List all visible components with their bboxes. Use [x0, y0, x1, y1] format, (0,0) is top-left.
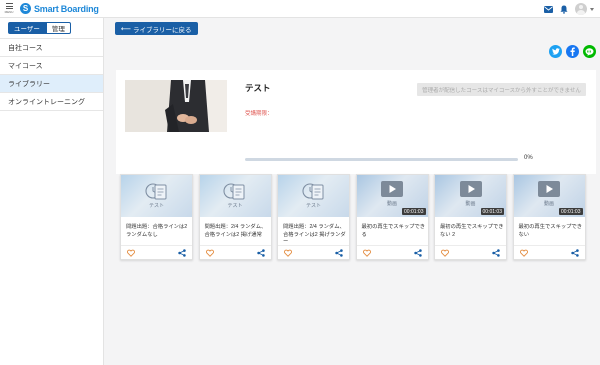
course-progress-percent: 0%: [524, 155, 533, 161]
test-thumbnail: テスト: [278, 175, 349, 217]
lesson-title: 最初の再生でスキップできない 2: [440, 224, 504, 238]
video-duration-badge: 00:01:03: [402, 208, 426, 215]
menu-label: MENU: [4, 10, 14, 14]
remove-course-disabled-button[interactable]: 管理者が配信したコースはマイコースから外すことができません: [417, 83, 586, 96]
test-thumbnail: テスト: [121, 175, 192, 217]
video-play-icon: [435, 181, 506, 197]
heart-icon[interactable]: [127, 249, 135, 257]
course-detail-card: テスト 受講期限： 管理者が配信したコースはマイコースから外すことができません …: [116, 70, 596, 174]
role-toggle: ユーザー 管理: [8, 22, 103, 34]
top-bar: MENU S Smart Boarding: [0, 0, 600, 18]
social-share-row: [545, 45, 596, 58]
top-right-tools: [538, 3, 594, 15]
chevron-down-icon[interactable]: [590, 7, 594, 11]
lesson-card[interactable]: 動画 00:01:03 最初の再生でスキップできない: [512, 174, 586, 260]
share-icon[interactable]: [570, 249, 579, 257]
video-play-icon: [357, 181, 428, 197]
arrow-left-icon: ⟵: [121, 25, 132, 33]
lesson-card[interactable]: テスト問題出題：2/4 ランダム、合格ラインは2 掲げ通常: [198, 174, 272, 260]
heart-icon[interactable]: [362, 249, 371, 257]
lesson-card-footer: [435, 245, 506, 259]
course-period-label: 受講期限：: [245, 111, 273, 117]
lesson-card[interactable]: 動画 00:01:03 最初の再生でスキップできる: [355, 174, 429, 260]
menu-button[interactable]: MENU: [2, 0, 16, 18]
lesson-card-footer: [356, 245, 428, 259]
sidebar-item-online-training[interactable]: オンライントレーニング: [0, 93, 103, 111]
thumbnail-label: 動画: [543, 201, 554, 207]
lesson-card-footer: [513, 245, 585, 259]
logo-text: Smart Boarding: [34, 3, 99, 14]
share-icon[interactable]: [413, 249, 422, 257]
main-content: ⟵ ライブラリーに戻る テスト 受講期限： 管理者が配信したコースはマイコースか…: [104, 18, 600, 365]
share-icon[interactable]: [492, 249, 500, 257]
thumbnail-label: テスト: [148, 203, 164, 209]
avatar[interactable]: [575, 3, 587, 15]
sidebar-item-library[interactable]: ライブラリー: [0, 75, 103, 93]
share-icon[interactable]: [256, 249, 265, 257]
sidebar: ユーザー 管理 自社コース マイコース ライブラリー オンライントレーニング: [0, 18, 104, 365]
course-title: テスト: [245, 83, 271, 93]
lesson-card[interactable]: 動画 00:01:03 最初の再生でスキップできない 2: [434, 174, 507, 260]
heart-icon[interactable]: [519, 249, 528, 257]
logo-icon: S: [20, 3, 31, 14]
bell-icon[interactable]: [558, 3, 570, 15]
video-play-icon: [514, 181, 585, 197]
share-icon[interactable]: [178, 249, 186, 257]
back-to-library-button[interactable]: ⟵ ライブラリーに戻る: [115, 22, 198, 35]
lesson-title: 問題出題：合格ラインは2 ランダムなし: [126, 224, 188, 238]
sidebar-item-company-courses[interactable]: 自社コース: [0, 39, 103, 57]
video-thumbnail: 動画 00:01:03: [435, 175, 506, 217]
lesson-title: 最初の再生でスキップできない: [518, 224, 583, 238]
heart-icon[interactable]: [441, 249, 449, 257]
admin-mode-button[interactable]: 管理: [45, 22, 71, 34]
video-thumbnail: 動画 00:01:03: [356, 175, 428, 217]
line-icon[interactable]: [583, 45, 596, 58]
lesson-title: 問題出題：2/4 ランダム、合格ラインは2 掲げ通常: [204, 224, 267, 238]
course-thumbnail: [125, 80, 227, 132]
course-progress-bar: [245, 158, 518, 161]
user-mode-button[interactable]: ユーザー: [8, 22, 46, 34]
lesson-card-footer: [121, 245, 192, 259]
thumbnail-label: テスト: [305, 203, 321, 209]
lesson-title: 問題出題：2/4 ランダム、合格ラインは2 掲げランダー: [283, 224, 346, 245]
heart-icon[interactable]: [284, 249, 292, 257]
lesson-title: 最初の再生でスキップできる: [361, 224, 426, 238]
sidebar-nav: 自社コース マイコース ライブラリー オンライントレーニング: [0, 38, 103, 111]
video-duration-badge: 00:01:03: [480, 208, 504, 215]
app-logo[interactable]: S Smart Boarding: [20, 3, 99, 14]
lesson-card-footer: [278, 245, 349, 259]
sidebar-item-my-courses[interactable]: マイコース: [0, 57, 103, 75]
lesson-card[interactable]: テスト問題出題：2/4 ランダム、合格ラインは2 掲げランダー: [277, 174, 350, 260]
thumbnail-label: 動画: [465, 201, 476, 207]
mail-icon[interactable]: [542, 3, 554, 15]
facebook-icon[interactable]: [566, 45, 579, 58]
hamburger-icon: [5, 3, 13, 9]
back-button-label: ライブラリーに戻る: [133, 26, 192, 34]
twitter-icon[interactable]: [549, 45, 562, 58]
test-thumbnail: テスト: [199, 175, 271, 217]
video-duration-badge: 00:01:03: [559, 208, 583, 215]
thumbnail-label: テスト: [227, 203, 243, 209]
share-icon[interactable]: [335, 249, 343, 257]
video-thumbnail: 動画 00:01:03: [513, 175, 585, 217]
heart-icon[interactable]: [205, 249, 214, 257]
lesson-card-footer: [199, 245, 271, 259]
thumbnail-label: 動画: [386, 201, 397, 207]
lesson-card[interactable]: テスト問題出題：合格ラインは2 ランダムなし: [120, 174, 193, 260]
